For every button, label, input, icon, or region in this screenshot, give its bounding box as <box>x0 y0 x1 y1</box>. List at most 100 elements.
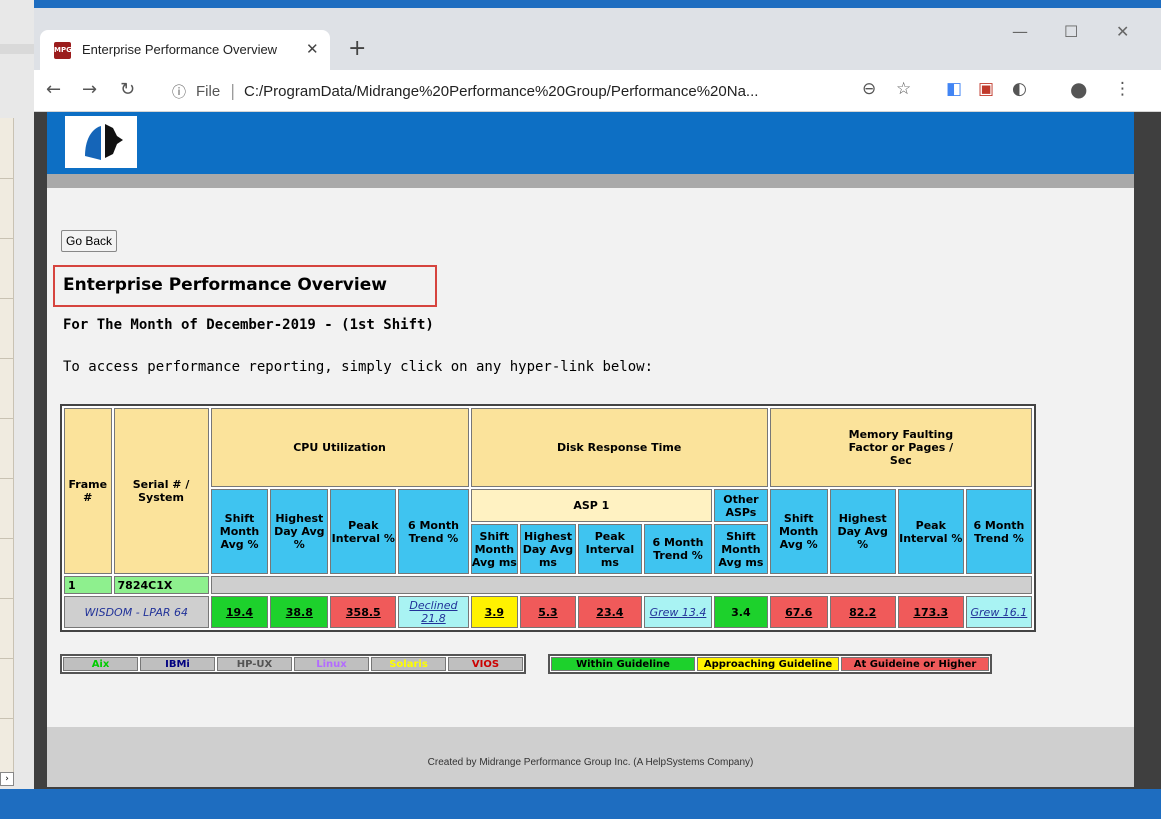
mem-col-highest-day: Highest Day Avg % <box>829 489 896 574</box>
asp1-col-peak-interval: Peak Interval ms <box>577 524 642 574</box>
mem-shift-avg-cell[interactable]: 67.6 <box>769 596 828 628</box>
extension-icon[interactable]: ◐ <box>1012 79 1027 99</box>
cpu-shift-avg-link[interactable]: 19.4 <box>226 606 253 619</box>
memory-faulting-header-text: Memory Faulting Factor or Pages / Sec <box>848 428 954 467</box>
cpu-highest-day-cell[interactable]: 38.8 <box>270 596 329 628</box>
cpu-col-highest-day: Highest Day Avg % <box>270 489 329 574</box>
translate-extension-icon[interactable]: ◧ <box>946 79 962 99</box>
mem-col-peak-interval: Peak Interval % <box>897 489 964 574</box>
legend-os-linux: Linux <box>294 657 369 671</box>
cpu-utilization-header: CPU Utilization <box>210 408 469 487</box>
legend-os-aix: Aix <box>63 657 138 671</box>
address-bar[interactable]: ⓘ File | C:/ProgramData/Midrange%20Perfo… <box>164 75 934 107</box>
page-subtitle: For The Month of December-2019 - (1st Sh… <box>63 317 434 333</box>
asp1-header: ASP 1 <box>470 489 713 522</box>
cpu-peak-interval-link[interactable]: 358.5 <box>346 606 381 619</box>
bookmark-star-icon[interactable]: ☆ <box>896 79 911 99</box>
page-viewport: Go Back Enterprise Performance Overview … <box>47 112 1134 787</box>
profile-avatar-icon[interactable]: ● <box>1070 77 1087 101</box>
other-asps-cell: 3.4 <box>714 596 768 628</box>
frame-serial: 7824C1X <box>113 576 209 594</box>
mem-peak-interval-cell[interactable]: 173.3 <box>897 596 964 628</box>
minimize-icon[interactable]: — <box>1012 22 1028 41</box>
browser-tab[interactable]: MPG Enterprise Performance Overview ✕ <box>40 30 330 70</box>
background-window-panel <box>0 118 14 773</box>
legend-approaching-guideline: Approaching Guideline <box>697 657 839 671</box>
mem-highest-day-link[interactable]: 82.2 <box>849 606 876 619</box>
taskbar <box>0 789 1161 819</box>
disk-response-header: Disk Response Time <box>470 408 768 487</box>
other-asps-value: 3.4 <box>731 605 751 619</box>
cpu-trend-cell[interactable]: Declined 21.8 <box>398 596 469 628</box>
mem-col-trend: 6 Month Trend % <box>965 489 1032 574</box>
close-window-icon[interactable]: ✕ <box>1116 22 1129 41</box>
cpu-col-shift-avg: Shift Month Avg % <box>210 489 269 574</box>
mem-peak-interval-link[interactable]: 173.3 <box>913 606 948 619</box>
tab-favicon-icon: MPG <box>54 42 72 59</box>
info-icon[interactable]: ⓘ <box>172 82 186 102</box>
frame-number: 1 <box>64 576 112 594</box>
mem-highest-day-cell[interactable]: 82.2 <box>829 596 896 628</box>
page-instructions: To access performance reporting, simply … <box>63 359 654 375</box>
frame-row-filler <box>210 576 1032 594</box>
cpu-col-peak-interval: Peak Interval % <box>330 489 397 574</box>
reload-icon[interactable]: ↻ <box>120 79 135 100</box>
scroll-right-icon[interactable]: › <box>0 772 14 786</box>
asp1-highest-day-cell[interactable]: 5.3 <box>520 596 576 628</box>
forward-arrow-icon[interactable]: → <box>82 79 97 100</box>
page-header-banner <box>47 112 1134 174</box>
legend-at-guideline-or-higher: At Guideine or Higher <box>841 657 989 671</box>
table-row: WISDOM - LPAR 64 19.4 38.8 358.5 Decline… <box>64 596 1032 628</box>
cpu-trend-link[interactable]: Declined 21.8 <box>408 599 458 625</box>
asp1-highest-day-link[interactable]: 5.3 <box>538 606 558 619</box>
system-name-cell[interactable]: WISDOM - LPAR 64 <box>64 596 209 628</box>
system-name-link[interactable]: WISDOM - LPAR 64 <box>84 606 188 619</box>
legend-os-ibmi: IBMi <box>140 657 215 671</box>
mem-trend-link[interactable]: Grew 16.1 <box>971 606 1028 619</box>
cpu-col-trend: 6 Month Trend % <box>398 489 469 574</box>
url-separator: | <box>230 81 236 100</box>
legend-os-vios: VIOS <box>448 657 523 671</box>
page-footer: Created by Midrange Performance Group In… <box>47 727 1134 787</box>
asp1-trend-link[interactable]: Grew 13.4 <box>650 606 707 619</box>
cpu-peak-interval-cell[interactable]: 358.5 <box>330 596 397 628</box>
mem-trend-cell[interactable]: Grew 16.1 <box>965 596 1032 628</box>
other-asps-header: Other ASPs <box>714 489 768 522</box>
tab-close-icon[interactable]: ✕ <box>306 40 319 58</box>
mem-col-shift-avg: Shift Month Avg % <box>769 489 828 574</box>
cpu-highest-day-link[interactable]: 38.8 <box>286 606 313 619</box>
page-title: Enterprise Performance Overview <box>63 275 387 295</box>
mem-shift-avg-link[interactable]: 67.6 <box>785 606 812 619</box>
asp1-shift-avg-link[interactable]: 3.9 <box>485 606 505 619</box>
asp1-col-highest-day: Highest Day Avg ms <box>520 524 576 574</box>
frame-header: Frame # <box>64 408 112 574</box>
zoom-icon[interactable]: ⊖ <box>862 79 876 99</box>
url-scheme: File <box>196 83 221 100</box>
asp1-trend-cell[interactable]: Grew 13.4 <box>643 596 713 628</box>
url-text: C:/ProgramData/Midrange%20Performance%20… <box>244 83 759 100</box>
header-divider <box>47 174 1134 188</box>
browser-toolbar: ← → ↻ ⓘ File | C:/ProgramData/Midrange%2… <box>34 70 1161 112</box>
asp1-peak-interval-cell[interactable]: 23.4 <box>577 596 642 628</box>
legend-os-solaris: Solaris <box>371 657 446 671</box>
background-window: › <box>0 0 34 819</box>
asp1-col-trend: 6 Month Trend % <box>643 524 713 574</box>
go-back-button[interactable]: Go Back <box>61 230 118 252</box>
other-asps-col-shift-avg: Shift Month Avg ms <box>714 524 768 574</box>
menu-kebab-icon[interactable]: ⋮ <box>1114 79 1131 99</box>
pdf-extension-icon[interactable]: ▣ <box>978 79 994 99</box>
os-legend: Aix IBMi HP-UX Linux Solaris VIOS <box>60 654 526 674</box>
maximize-icon[interactable]: ☐ <box>1064 22 1078 41</box>
browser-window: MPG Enterprise Performance Overview ✕ + … <box>34 8 1161 789</box>
cpu-shift-avg-cell[interactable]: 19.4 <box>210 596 269 628</box>
back-arrow-icon[interactable]: ← <box>46 79 61 100</box>
performance-table: Frame # Serial # / System CPU Utilizatio… <box>60 404 1036 632</box>
asp1-shift-avg-cell[interactable]: 3.9 <box>470 596 519 628</box>
guideline-legend: Within Guideline Approaching Guideline A… <box>548 654 992 674</box>
company-logo <box>65 116 137 168</box>
footer-text: Created by Midrange Performance Group In… <box>427 757 754 768</box>
tab-title: Enterprise Performance Overview <box>82 42 278 57</box>
new-tab-icon[interactable]: + <box>348 36 366 61</box>
background-window-strip <box>0 44 34 54</box>
asp1-peak-interval-link[interactable]: 23.4 <box>596 606 623 619</box>
